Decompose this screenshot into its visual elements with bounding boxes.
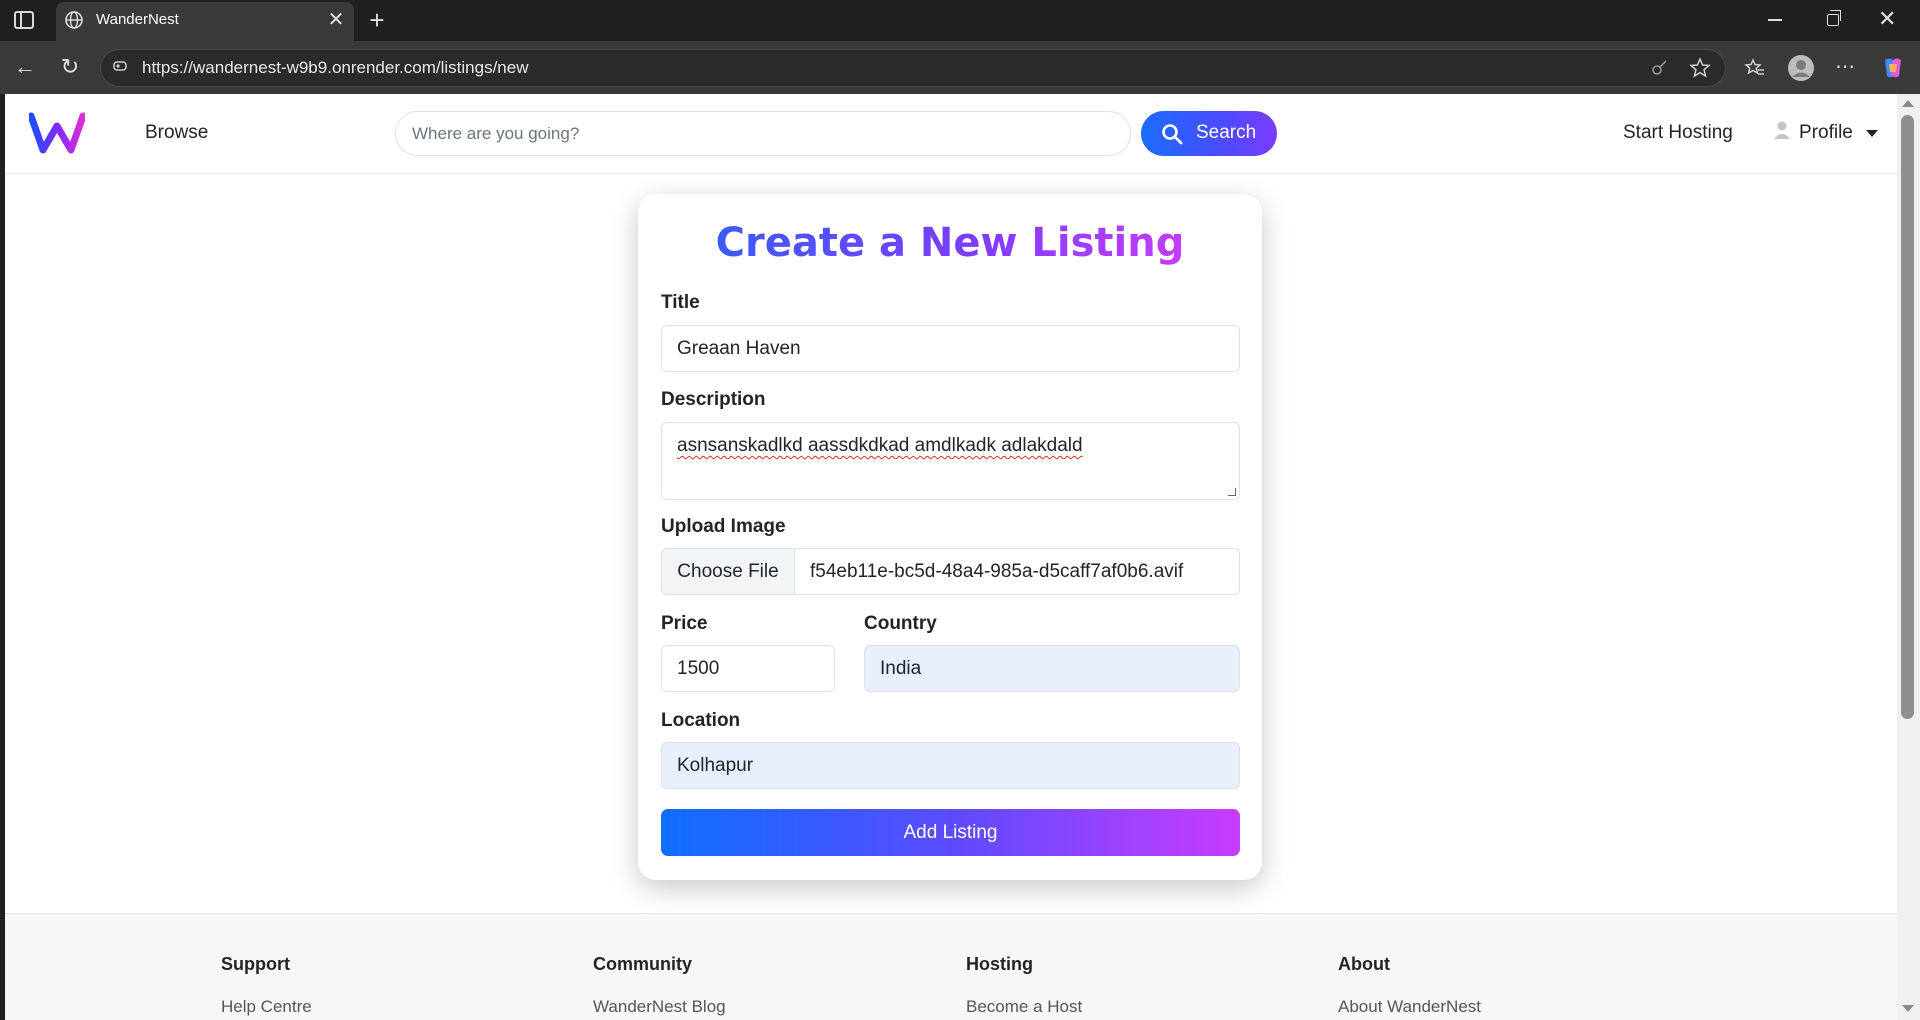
choose-file-button[interactable]: Choose File <box>662 549 795 594</box>
minimize-icon[interactable] <box>1768 19 1782 21</box>
new-listing-card: Create a New Listing Title Description a… <box>638 194 1262 880</box>
footer-link[interactable]: Become a Host <box>966 997 1082 1017</box>
page-viewport: Browse Search Start Hosting Profile Crea… <box>5 94 1897 1020</box>
footer-column-community: Community WanderNest Blog <box>593 954 726 1017</box>
nav-browse-link[interactable]: Browse <box>145 122 208 144</box>
footer-heading: About <box>1338 954 1390 974</box>
location-label: Location <box>661 710 741 731</box>
more-options-icon[interactable]: ⋯ <box>1830 52 1860 82</box>
footer-column-hosting: Hosting Become a Host <box>966 954 1082 1017</box>
page-title-text: Create a New Listing <box>715 220 1185 266</box>
reload-icon[interactable]: ↻ <box>55 52 85 82</box>
description-label: Description <box>661 389 766 410</box>
page-title: Create a New Listing <box>638 220 1262 266</box>
globe-icon <box>65 11 83 29</box>
description-textarea[interactable]: asnsanskadlkd aassdkdkad amdlkadk adlakd… <box>661 422 1240 500</box>
favorite-star-icon[interactable] <box>1688 56 1712 80</box>
new-tab-icon[interactable]: + <box>364 5 390 36</box>
tab-actions-icon[interactable] <box>14 11 34 29</box>
url-text[interactable]: https://wandernest-w9b9.onrender.com/lis… <box>142 58 528 78</box>
footer-link[interactable]: Help Centre <box>221 997 312 1017</box>
start-hosting-link[interactable]: Start Hosting <box>1623 122 1733 144</box>
footer-link[interactable]: About WanderNest <box>1338 997 1481 1017</box>
footer-link[interactable]: WanderNest Blog <box>593 997 726 1017</box>
footer-heading: Hosting <box>966 954 1033 974</box>
search-button-label: Search <box>1196 122 1257 143</box>
search-icon <box>1162 124 1183 145</box>
footer-column-about: About About WanderNest <box>1338 954 1481 1017</box>
user-icon <box>1774 121 1790 139</box>
search-button[interactable]: Search <box>1141 111 1277 156</box>
price-label: Price <box>661 613 708 634</box>
add-listing-button[interactable]: Add Listing <box>661 809 1240 856</box>
window-close-icon[interactable]: ✕ <box>1878 6 1896 32</box>
key-icon[interactable] <box>1648 56 1672 80</box>
country-input[interactable] <box>864 645 1240 692</box>
site-navbar: Browse Search Start Hosting Profile <box>5 94 1897 174</box>
footer-column-support: Support Help Centre <box>221 954 312 1017</box>
destination-search-input[interactable] <box>395 111 1131 156</box>
location-input[interactable] <box>661 742 1240 789</box>
selected-file-name: f54eb11e-bc5d-48a4-985a-d5caff7af0b6.avi… <box>810 561 1184 582</box>
back-icon[interactable]: ← <box>10 52 40 82</box>
title-input[interactable] <box>661 325 1240 372</box>
country-label: Country <box>864 613 937 634</box>
browser-titlebar: WanderNest ✕ + ✕ <box>0 0 1920 41</box>
resize-handle-icon[interactable] <box>1228 488 1236 496</box>
footer-heading: Community <box>593 954 692 974</box>
scroll-up-arrow-icon[interactable] <box>1902 100 1914 107</box>
site-footer: Support Help Centre Community WanderNest… <box>5 913 1897 1020</box>
image-file-input[interactable]: Choose File f54eb11e-bc5d-48a4-985a-d5ca… <box>661 548 1240 595</box>
browser-profile-avatar[interactable] <box>1787 54 1815 82</box>
wandernest-logo[interactable] <box>29 112 85 154</box>
description-text: asnsanskadlkd aassdkdkad amdlkadk adlakd… <box>677 435 1083 456</box>
scrollbar-thumb[interactable] <box>1901 115 1914 719</box>
title-label: Title <box>661 292 700 313</box>
tab-close-icon[interactable]: ✕ <box>326 7 346 32</box>
profile-label: Profile <box>1799 122 1853 143</box>
price-input[interactable] <box>661 645 835 692</box>
favorites-list-icon[interactable] <box>1743 56 1767 80</box>
site-info-icon[interactable] <box>112 58 128 74</box>
upload-image-label: Upload Image <box>661 516 786 537</box>
scroll-down-arrow-icon[interactable] <box>1902 1005 1914 1012</box>
restore-icon[interactable] <box>1827 10 1841 26</box>
tab-title: WanderNest <box>96 11 179 28</box>
footer-heading: Support <box>221 954 290 974</box>
caret-down-icon <box>1866 130 1878 137</box>
copilot-icon[interactable] <box>1880 55 1906 81</box>
